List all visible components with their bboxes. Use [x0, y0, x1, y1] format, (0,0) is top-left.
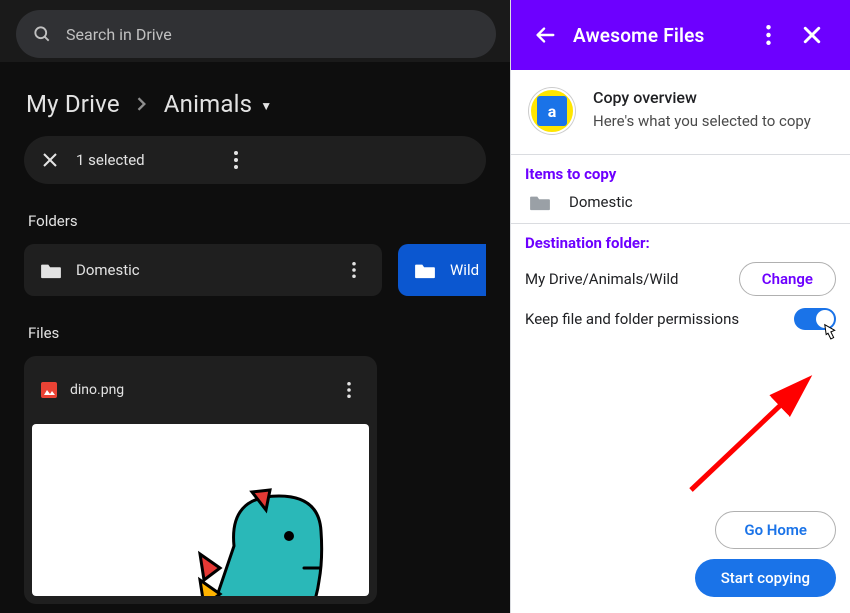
divider: [511, 154, 850, 155]
copy-item-name: Domestic: [569, 193, 633, 211]
copy-overview: a Copy overview Here's what you selected…: [525, 84, 836, 148]
folder-chip-domestic[interactable]: Domestic: [24, 244, 382, 296]
folder-more-button[interactable]: [334, 250, 374, 290]
folder-chip-wild[interactable]: Wild: [398, 244, 486, 296]
panel-body: a Copy overview Here's what you selected…: [511, 70, 850, 499]
copy-item: Domestic: [529, 193, 836, 211]
start-copying-button[interactable]: Start copying: [695, 559, 836, 597]
app-badge-icon: a: [529, 88, 575, 134]
go-home-button[interactable]: Go Home: [715, 511, 836, 549]
folder-icon: [40, 261, 62, 279]
file-more-button[interactable]: [329, 370, 369, 410]
breadcrumb-current[interactable]: Animals ▼: [164, 90, 273, 118]
destination-label: Destination folder:: [525, 234, 836, 252]
dino-illustration: [194, 476, 344, 596]
back-button[interactable]: [523, 13, 567, 57]
folder-icon: [414, 261, 436, 279]
close-panel-button[interactable]: [790, 13, 834, 57]
selection-bar: 1 selected: [24, 136, 486, 184]
divider: [511, 223, 850, 224]
overview-title: Copy overview: [593, 88, 834, 107]
destination-path: My Drive/Animals/Wild: [525, 270, 678, 288]
search-icon: [32, 24, 52, 44]
change-destination-button[interactable]: Change: [739, 262, 836, 296]
drive-content: My Drive Animals ▼ 1 selected Folders: [0, 62, 510, 613]
search-bar[interactable]: [16, 10, 496, 58]
file-card-header: dino.png: [24, 356, 377, 424]
search-input[interactable]: [66, 25, 480, 44]
panel-footer: Go Home Start copying: [511, 499, 850, 613]
files-section-label: Files: [0, 314, 510, 356]
file-card[interactable]: dino.png: [24, 356, 377, 604]
permissions-row: Keep file and folder permissions: [525, 308, 836, 330]
chevron-right-icon: [136, 97, 148, 111]
selection-more-button[interactable]: [216, 140, 256, 180]
panel-header: Awesome Files: [511, 0, 850, 70]
awesome-files-panel: Awesome Files a Copy overview Here's wha…: [510, 0, 850, 613]
cursor-pointer-icon: [819, 321, 842, 346]
folder-icon: [529, 193, 551, 211]
items-to-copy-label: Items to copy: [525, 165, 836, 183]
caret-down-icon: ▼: [260, 99, 272, 113]
overview-subtitle: Here's what you selected to copy: [593, 111, 834, 131]
breadcrumb: My Drive Animals ▼: [0, 80, 510, 136]
selection-count: 1 selected: [76, 151, 145, 169]
folders-section-label: Folders: [0, 202, 510, 244]
file-thumbnail: [32, 424, 369, 596]
image-file-icon: [40, 381, 58, 399]
file-name: dino.png: [70, 382, 124, 398]
clear-selection-button[interactable]: [30, 140, 70, 180]
panel-title: Awesome Files: [573, 24, 746, 47]
permissions-label: Keep file and folder permissions: [525, 310, 739, 328]
breadcrumb-root[interactable]: My Drive: [26, 90, 120, 118]
destination-row: My Drive/Animals/Wild Change: [525, 262, 836, 296]
folder-row: Domestic Wild: [0, 244, 510, 314]
breadcrumb-current-label: Animals: [164, 90, 252, 118]
folder-name: Domestic: [76, 261, 140, 279]
drive-app: My Drive Animals ▼ 1 selected Folders: [0, 0, 510, 613]
folder-name: Wild: [450, 261, 479, 279]
panel-more-button[interactable]: [746, 13, 790, 57]
